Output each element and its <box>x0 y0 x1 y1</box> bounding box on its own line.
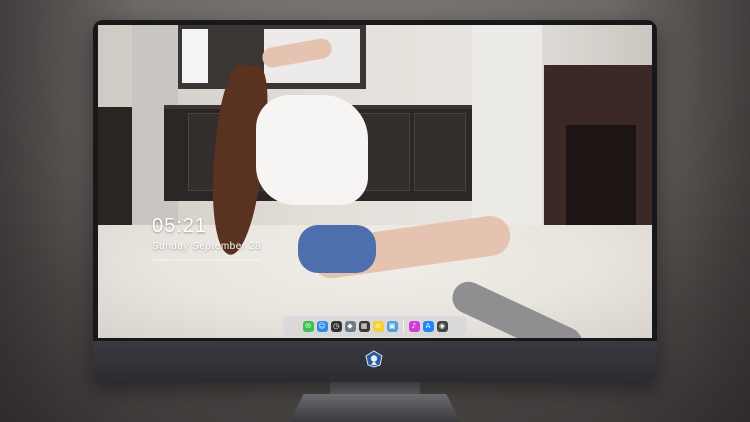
desktop-screen: 05:21 Sunday September 28 Windows is not… <box>98 25 652 338</box>
photos-icon[interactable]: ▣ <box>386 320 398 332</box>
dock: ✉ ☺ ◷ ◆ ▦ ≡ ▣ ♪ A ◉ <box>283 316 467 336</box>
monitor: 05:21 Sunday September 28 Windows is not… <box>93 20 657 382</box>
dock-separator <box>402 320 404 332</box>
lockscreen-date: Sunday September 28 <box>152 241 262 252</box>
finder-icon[interactable]: ☺ <box>316 320 328 332</box>
launcher-icon[interactable]: ◆ <box>344 320 356 332</box>
app-store-icon[interactable]: A <box>422 320 434 332</box>
monitor-stand-base <box>290 394 460 422</box>
music-icon[interactable]: ♪ <box>408 320 420 332</box>
notes-icon[interactable]: ≡ <box>372 320 384 332</box>
lockscreen-time: 05:21 <box>152 215 208 237</box>
clock-icon[interactable]: ◷ <box>330 320 342 332</box>
messages-icon[interactable]: ✉ <box>302 320 314 332</box>
activation-notice: Windows is not activated. Go to Settings… <box>152 257 262 262</box>
monitor-stand-neck <box>330 382 420 396</box>
clapper-icon[interactable]: ▦ <box>358 320 370 332</box>
camera-icon[interactable]: ◉ <box>436 320 448 332</box>
brand-logo-icon <box>365 350 383 368</box>
